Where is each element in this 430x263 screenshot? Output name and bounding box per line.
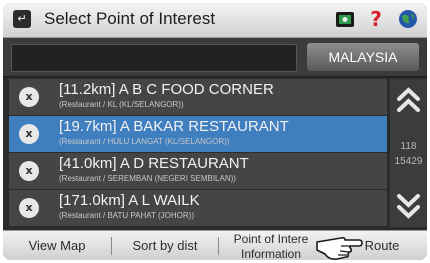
poi-row[interactable]: x [11.2km] A B C FOOD CORNER (Restaurant…: [9, 79, 387, 116]
restaurant-icon: x: [19, 87, 39, 107]
poi-distance: [19.7km]: [59, 118, 117, 135]
poi-title: [19.7km] A BAKAR RESTAURANT: [59, 118, 289, 135]
page-total: 15429: [394, 156, 423, 167]
poi-details: (Restaurant / HULU LANGAT (KL/SELANGOR)): [59, 137, 230, 146]
bottom-toolbar: View Map Sort by dist Point of Intere In…: [3, 230, 427, 260]
restaurant-icon: x: [19, 198, 39, 218]
poi-distance: [41.0km]: [59, 155, 117, 172]
poi-name: A D RESTAURANT: [119, 155, 249, 172]
map-mode-icon[interactable]: [334, 8, 356, 30]
sort-by-distance-button[interactable]: Sort by dist: [112, 231, 218, 260]
poi-row[interactable]: x [171.0km] A L WAILK (Restaurant / BATU…: [9, 190, 387, 227]
view-map-label: View Map: [28, 238, 86, 253]
view-map-button[interactable]: View Map: [3, 231, 111, 260]
poi-information-button[interactable]: Point of Intere Information: [219, 231, 323, 260]
svg-text:?: ?: [370, 8, 382, 30]
scroll-up-icon[interactable]: [392, 83, 425, 117]
search-row: MALAYSIA: [3, 38, 427, 77]
back-arrow-icon: ↵: [17, 12, 27, 25]
poi-details: (Restaurant / SEREMBAN (NEGERI SEMBILAN)…: [59, 174, 236, 183]
help-icon[interactable]: ?: [365, 8, 387, 30]
page-current: 118: [400, 141, 417, 152]
navigation-screen: ↵ Select Point of Interest ? MALAYSIA x …: [3, 3, 427, 260]
pointing-hand-icon: [316, 236, 363, 260]
poi-title: [171.0km] A L WAILK: [59, 192, 200, 209]
globe-icon[interactable]: [397, 8, 419, 30]
page-title: Select Point of Interest: [44, 9, 216, 28]
poi-distance: [171.0km]: [59, 192, 125, 209]
poi-row[interactable]: x [41.0km] A D RESTAURANT (Restaurant / …: [9, 153, 387, 190]
search-input[interactable]: [11, 44, 297, 72]
title-bar: ↵ Select Point of Interest ?: [3, 3, 427, 38]
poi-name: A BAKAR RESTAURANT: [119, 118, 289, 135]
scroll-panel: 118 15429: [390, 79, 427, 227]
poi-name: A B C FOOD CORNER: [118, 81, 274, 98]
poi-info-label-line2: Information: [240, 247, 302, 260]
country-button[interactable]: MALAYSIA: [307, 43, 419, 71]
poi-title: [11.2km] A B C FOOD CORNER: [59, 81, 274, 98]
poi-info-label-line1: Point of Intere: [233, 232, 309, 246]
sort-label: Sort by dist: [132, 238, 198, 253]
poi-name: A L WAILK: [128, 192, 200, 209]
restaurant-icon: x: [19, 124, 39, 144]
poi-list: x [11.2km] A B C FOOD CORNER (Restaurant…: [9, 79, 387, 227]
poi-details: (Restaurant / KL (KL/SELANGOR)): [59, 100, 184, 109]
restaurant-icon: x: [19, 161, 39, 181]
scroll-down-icon[interactable]: [392, 189, 425, 223]
poi-details: (Restaurant / BATU PAHAT (JOHOR)): [59, 211, 194, 220]
poi-distance: [11.2km]: [59, 81, 116, 98]
back-button[interactable]: ↵: [13, 10, 31, 28]
poi-title: [41.0km] A D RESTAURANT: [59, 155, 249, 172]
poi-row-selected[interactable]: x [19.7km] A BAKAR RESTAURANT (Restauran…: [9, 116, 387, 153]
